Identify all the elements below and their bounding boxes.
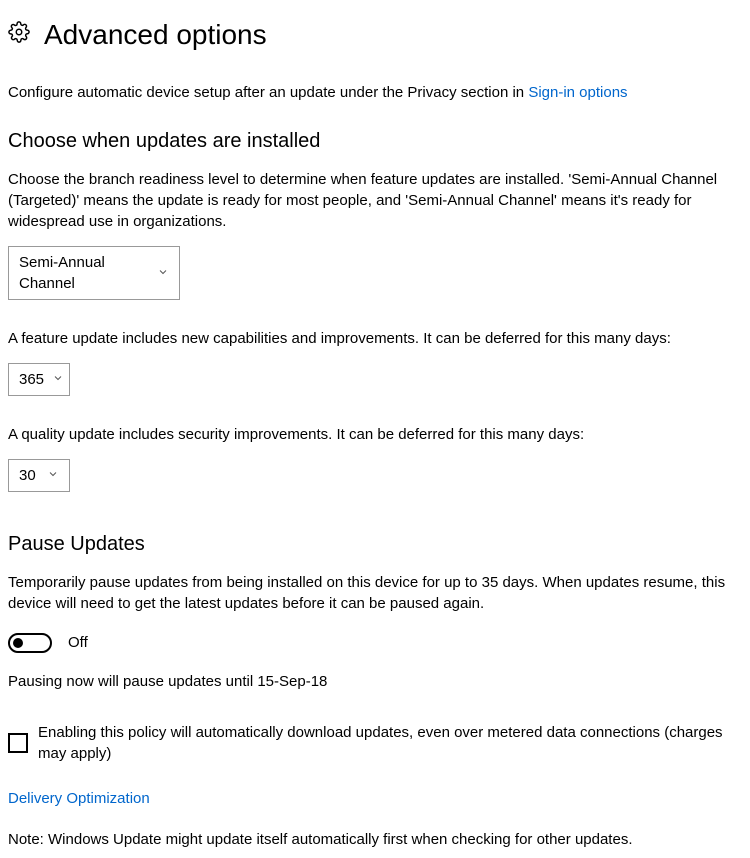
quality-defer-select[interactable]: 30 (8, 459, 70, 492)
pause-toggle[interactable] (8, 633, 52, 653)
page-header: Advanced options (8, 15, 742, 54)
quality-defer-text: A quality update includes security impro… (8, 424, 742, 445)
branch-readiness-value: Semi-Annual Channel (19, 252, 149, 294)
page-title: Advanced options (44, 15, 267, 54)
quality-defer-value: 30 (19, 465, 36, 486)
branch-description: Choose the branch readiness level to det… (8, 169, 742, 232)
pause-until-text: Pausing now will pause updates until 15-… (8, 671, 742, 692)
pause-description: Temporarily pause updates from being ins… (8, 572, 742, 614)
pause-updates-heading: Pause Updates (8, 530, 742, 558)
pause-toggle-label: Off (68, 632, 88, 653)
intro-prefix: Configure automatic device setup after a… (8, 84, 528, 101)
chevron-down-icon (44, 369, 64, 390)
delivery-optimization-link-row: Delivery Optimization (8, 788, 742, 809)
feature-defer-text: A feature update includes new capabiliti… (8, 328, 742, 349)
signin-options-link[interactable]: Sign-in options (528, 84, 627, 101)
intro-text: Configure automatic device setup after a… (8, 82, 742, 103)
update-note: Note: Windows Update might update itself… (8, 829, 742, 850)
delivery-optimization-link[interactable]: Delivery Optimization (8, 790, 150, 807)
metered-checkbox[interactable] (8, 733, 28, 753)
chevron-down-icon (39, 465, 59, 486)
choose-updates-heading: Choose when updates are installed (8, 127, 742, 155)
feature-defer-value: 365 (19, 369, 44, 390)
metered-label: Enabling this policy will automatically … (38, 722, 742, 764)
metered-checkbox-row: Enabling this policy will automatically … (8, 722, 742, 764)
pause-toggle-row: Off (8, 632, 742, 653)
feature-defer-select[interactable]: 365 (8, 363, 70, 396)
branch-readiness-select[interactable]: Semi-Annual Channel (8, 246, 180, 300)
gear-icon (8, 21, 30, 49)
chevron-down-icon (149, 263, 169, 284)
